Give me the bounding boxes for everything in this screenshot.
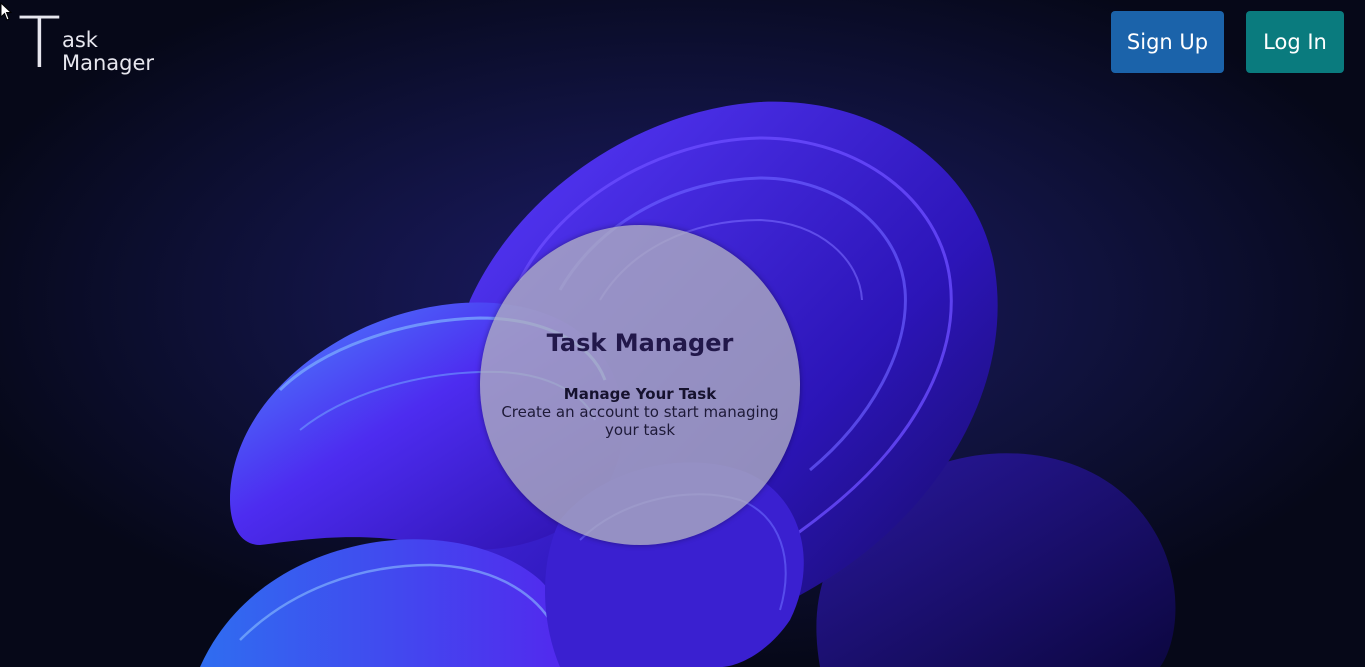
- logo-letter: T: [18, 2, 61, 84]
- hero-subtitle: Manage Your Task: [563, 385, 717, 403]
- sign-up-button[interactable]: Sign Up: [1111, 11, 1224, 73]
- mouse-pointer-icon: [0, 2, 12, 21]
- hero-description: Create an account to start managing your…: [501, 403, 779, 439]
- log-in-button[interactable]: Log In: [1246, 11, 1344, 73]
- hero-circle: Task Manager Manage Your Task Create an …: [480, 225, 800, 545]
- logo-text-line1: ask: [62, 28, 98, 52]
- app-logo[interactable]: T ask Manager: [18, 8, 168, 78]
- logo-text-line2: Manager: [62, 51, 155, 75]
- hero-title: Task Manager: [546, 329, 734, 357]
